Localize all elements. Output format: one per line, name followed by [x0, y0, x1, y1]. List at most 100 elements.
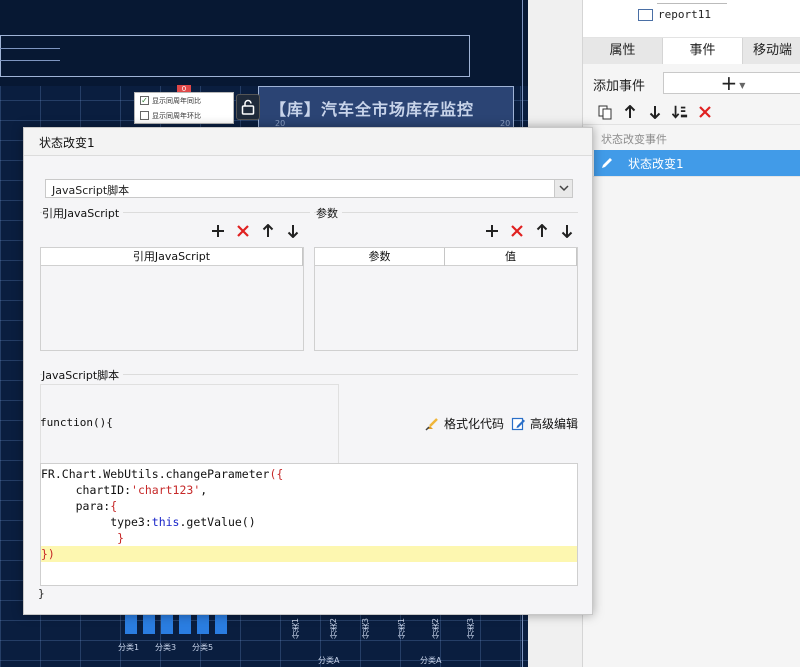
tab-events[interactable]: 事件: [663, 38, 743, 64]
tree-item-truncated: [657, 0, 727, 4]
advanced-edit-label: 高级编辑: [530, 417, 579, 431]
group-label: 分类A: [420, 656, 442, 665]
params-toolbar: [484, 223, 575, 239]
section-divider: [314, 212, 578, 213]
v-category-label: 分类1: [291, 618, 300, 640]
delete-icon[interactable]: [509, 223, 525, 239]
ref-js-section-label: 引用JavaScript: [42, 205, 124, 221]
code-text: chartID:: [41, 483, 132, 497]
ref-js-toolbar: [210, 223, 301, 239]
chart-bar: [143, 614, 155, 634]
function-open: function(){: [40, 416, 113, 429]
code-token: ({: [269, 467, 284, 481]
chart-title: 【库】汽车全市场库存监控: [270, 100, 475, 119]
checkbox-unchecked-icon: [140, 111, 149, 120]
ref-js-list[interactable]: 引用JavaScript: [40, 247, 304, 351]
delete-icon[interactable]: [235, 223, 251, 239]
event-group-label: 状态改变事件: [601, 133, 667, 146]
chevron-down-icon[interactable]: [554, 180, 572, 197]
params-table-header: 参数 值: [315, 248, 577, 266]
code-text: FR.Chart.WebUtils.changeParameter: [41, 467, 270, 481]
add-event-row: 添加事件 + ▼: [583, 64, 800, 100]
arrow-up-icon[interactable]: [622, 104, 638, 120]
event-editor-dialog: 状态改变1 JavaScript脚本 引用JavaScript 引用JavaSc…: [23, 127, 593, 615]
chart-bar: [161, 614, 173, 634]
code-token: }: [117, 531, 125, 545]
event-group: 状态改变事件: [583, 124, 800, 150]
arrow-up-icon[interactable]: [534, 223, 550, 239]
arrow-down-icon[interactable]: [559, 223, 575, 239]
ref-js-column-header[interactable]: 引用JavaScript: [41, 248, 303, 266]
tree-item-report[interactable]: report11: [658, 8, 711, 21]
event-toolbar: [583, 100, 800, 124]
value-column-header[interactable]: 值: [445, 248, 577, 266]
chart-bar: [125, 614, 137, 634]
script-section-label: JavaScript脚本: [42, 367, 124, 383]
x-category-label: 分类5: [192, 643, 214, 652]
event-type-value: JavaScript脚本: [52, 184, 130, 197]
edit-doc-icon: [511, 417, 525, 431]
chart-bar: [215, 614, 227, 634]
canvas-line: [0, 60, 60, 61]
code-line: para:{: [41, 498, 577, 514]
event-list-empty-area: [583, 176, 800, 667]
arrow-up-icon[interactable]: [260, 223, 276, 239]
params-column-header[interactable]: 参数: [315, 248, 445, 266]
code-text: type3:: [41, 515, 152, 529]
edit-icon[interactable]: [594, 150, 620, 176]
v-category-label: 分类1: [397, 618, 406, 640]
add-event-dropdown[interactable]: + ▼: [663, 72, 800, 94]
v-category-label: 分类3: [466, 618, 475, 640]
add-icon[interactable]: [484, 223, 500, 239]
code-token: {: [110, 499, 118, 513]
dialog-titlebar[interactable]: 状态改变1: [24, 128, 592, 156]
arrow-down-icon[interactable]: [285, 223, 301, 239]
chart-bar: [197, 614, 209, 634]
checkbox-item-label: 显示同周年环比: [152, 111, 201, 120]
widget-tree: report11: [583, 0, 800, 38]
report-icon: [638, 9, 653, 21]
code-text: .getValue(): [179, 515, 256, 529]
checkbox-group-widget[interactable]: ✓ 显示同周年同比 显示同周年环比: [134, 92, 234, 124]
params-table[interactable]: 参数 值: [314, 247, 578, 351]
event-list-item-selected[interactable]: 状态改变1: [594, 150, 800, 176]
format-code-button[interactable]: 格式化代码: [424, 415, 504, 432]
event-item-label: 状态改变1: [628, 156, 684, 171]
brush-icon: [425, 417, 438, 431]
code-line: FR.Chart.WebUtils.changeParameter({: [41, 466, 577, 482]
checkbox-item[interactable]: ✓ 显示同周年同比: [135, 93, 233, 108]
copy-icon[interactable]: [597, 104, 613, 120]
plus-icon: +: [720, 71, 738, 95]
code-editor[interactable]: FR.Chart.WebUtils.changeParameter({ char…: [40, 463, 578, 586]
v-category-label: 分类2: [329, 618, 338, 640]
canvas-line: [0, 48, 60, 49]
delete-icon[interactable]: [697, 104, 713, 120]
dialog-title: 状态改变1: [39, 136, 95, 150]
params-section-label: 参数: [316, 205, 342, 221]
add-icon[interactable]: [210, 223, 226, 239]
tab-mobile[interactable]: 移动端: [743, 38, 800, 64]
ref-js-list-header: 引用JavaScript: [41, 248, 303, 266]
format-code-label: 格式化代码: [444, 417, 505, 431]
canvas-frame-top: [0, 35, 470, 77]
checkbox-item[interactable]: 显示同周年环比: [135, 108, 233, 123]
code-line: type3:this.getValue(): [41, 514, 577, 530]
function-close: }: [38, 587, 45, 600]
v-category-label: 分类3: [361, 618, 370, 640]
panel-tabs: 属性 事件 移动端: [583, 38, 800, 64]
x-category-label: 分类3: [155, 643, 177, 652]
code-string: 'chart123': [131, 483, 201, 497]
code-keyword: this: [151, 515, 180, 529]
advanced-edit-button[interactable]: 高级编辑: [511, 415, 578, 432]
event-type-select[interactable]: JavaScript脚本: [45, 179, 573, 198]
code-line: }: [41, 530, 577, 546]
move-bottom-icon[interactable]: [672, 104, 688, 120]
caret-down-icon: ▼: [739, 80, 746, 90]
code-line-current: }): [41, 546, 577, 562]
v-category-label: 分类2: [431, 618, 440, 640]
lock-icon[interactable]: [236, 94, 260, 120]
code-line: chartID:'chart123',: [41, 482, 577, 498]
arrow-down-icon[interactable]: [647, 104, 663, 120]
x-category-label: 分类1: [118, 643, 140, 652]
tab-properties[interactable]: 属性: [583, 38, 663, 64]
